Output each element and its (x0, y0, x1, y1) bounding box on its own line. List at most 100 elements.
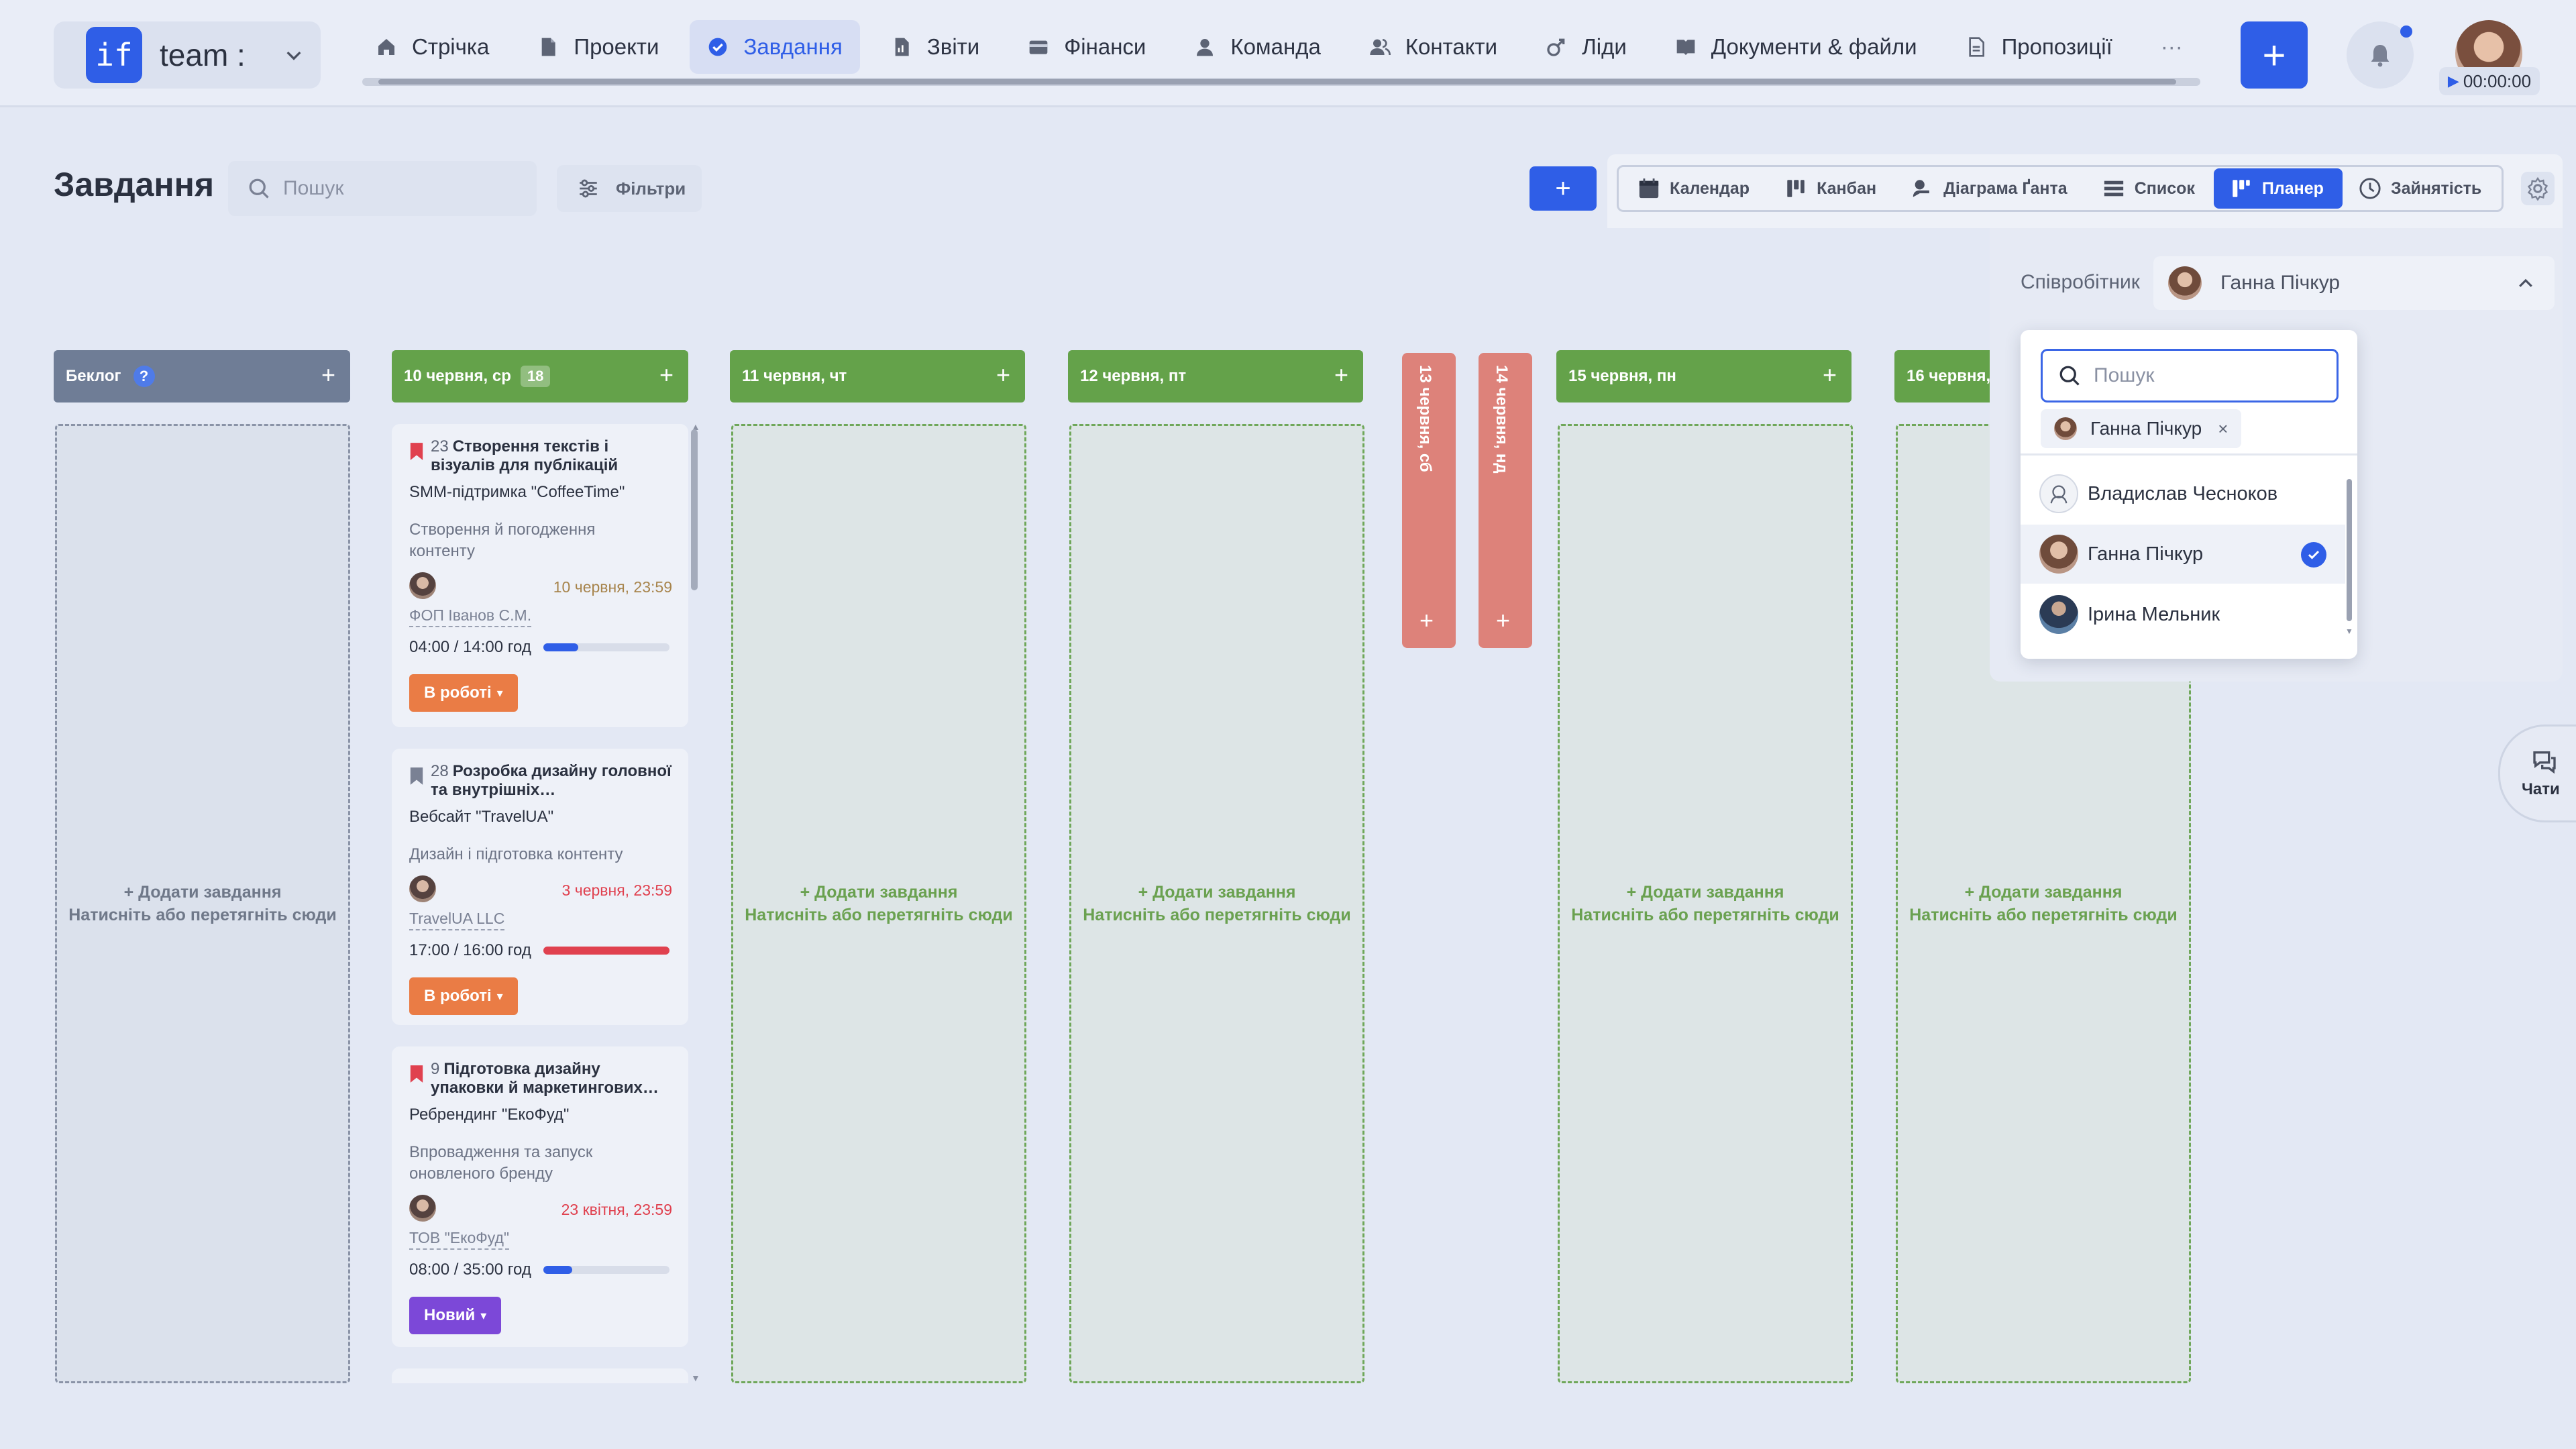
view-planner[interactable]: Планер (2213, 168, 2343, 209)
nav-item-proposals[interactable]: Пропозиції (1948, 20, 2130, 74)
global-add-button[interactable]: + (2241, 21, 2308, 89)
column-add-button[interactable]: + (659, 363, 674, 387)
column-add-button[interactable]: + (1823, 363, 1837, 387)
drop-zone-jun15[interactable]: + Додати завдання Натисніть або перетягн… (1558, 424, 1853, 1383)
column-add-button[interactable]: + (321, 363, 335, 387)
drop-zone-jun11[interactable]: + Додати завдання Натисніть або перетягн… (731, 424, 1026, 1383)
wallet-icon (1029, 40, 1048, 54)
column-weekend-jun14[interactable]: 14 червня, нд + (1479, 353, 1532, 648)
dropdown-scrollbar[interactable] (2347, 479, 2352, 621)
task-project[interactable]: Ребрендинг "ЕкоФуд" (409, 1106, 672, 1124)
nav-item-projects[interactable]: Проекти (520, 20, 676, 74)
nav-item-finance[interactable]: Фінанси (1010, 20, 1163, 74)
task-title-row: 28 Розробка дизайну головної та внутрішні… (409, 762, 672, 800)
filters-button[interactable]: Фільтри (557, 165, 702, 212)
column-scrollbar[interactable] (691, 429, 698, 590)
nav-item-tasks[interactable]: Завдання (690, 20, 860, 74)
task-client[interactable]: ТОВ "ЕкоФуд" (409, 1229, 510, 1250)
column-weekend-jun13[interactable]: 13 червня, сб + (1402, 353, 1456, 648)
time-tracker[interactable]: ▶ 00:00:00 (2439, 67, 2540, 95)
file-icon (542, 38, 556, 56)
task-title: Підготовка дизайну упаковки й маркетинго… (431, 1060, 659, 1097)
view-label: Діаграма Ґанта (1943, 178, 2068, 198)
default-avatar-icon (2039, 474, 2078, 513)
workspace-name: team : (160, 38, 246, 72)
dropdown-search-input[interactable] (2094, 364, 2335, 387)
column-jun10-cards: 23 Створення текстів і візуалів для публі… (392, 424, 688, 1383)
add-task-link[interactable]: + Додати завдання (1138, 881, 1296, 904)
drop-zone-backlog[interactable]: + Додати завдання Натисніть або перетягн… (55, 424, 350, 1383)
add-task-link[interactable]: + Додати завдання (1965, 881, 2123, 904)
view-workload[interactable]: Зайнятість (2343, 168, 2500, 209)
view-label: Канбан (1817, 178, 1877, 198)
task-client[interactable]: TravelUA LLC (409, 910, 505, 930)
help-icon[interactable]: ? (133, 366, 155, 387)
column-add-button[interactable]: + (1419, 608, 1434, 633)
employee-option[interactable]: Владислав Чесноков (2021, 464, 2345, 523)
column-add-button[interactable]: + (1496, 608, 1510, 633)
add-task-button[interactable]: + (1529, 166, 1597, 211)
add-task-link[interactable]: + Додати завдання (124, 881, 282, 904)
nav-label: Завдання (743, 34, 843, 59)
page-title: Завдання (54, 166, 214, 203)
dropdown-search[interactable] (2041, 349, 2339, 402)
employee-option[interactable]: Ірина Мельник (2021, 585, 2345, 644)
search-input[interactable] (283, 177, 525, 200)
task-time: 08:00 / 35:00 год (409, 1260, 672, 1279)
task-project[interactable]: SMM-підтримка "CoffeeTime" (409, 483, 672, 502)
task-project[interactable]: Вебсайт "TravelUA" (409, 808, 672, 826)
column-header-jun12: 12 червня, пт + (1068, 350, 1363, 402)
search-box[interactable] (228, 161, 537, 216)
task-card[interactable]: 28 Розробка дизайну головної та внутрішні… (392, 749, 688, 1025)
drop-zone-jun12[interactable]: + Додати завдання Натисніть або перетягн… (1069, 424, 1364, 1383)
filters-icon (580, 179, 597, 198)
task-client[interactable]: ФОП Іванов С.М. (409, 606, 532, 627)
avatar (2168, 266, 2202, 300)
status-dropdown[interactable]: В роботі ▾ (409, 674, 518, 712)
view-label: Планер (2261, 178, 2324, 198)
view-list[interactable]: Список (2086, 168, 2214, 209)
nav-more-button[interactable]: ··· (2143, 20, 2200, 74)
employee-option[interactable]: Ганна Пічкур (2021, 525, 2345, 584)
add-task-link[interactable]: + Додати завдання (800, 881, 958, 904)
task-card[interactable] (392, 1368, 688, 1383)
assignee-avatar[interactable] (409, 572, 436, 599)
chats-button[interactable]: Чати (2498, 724, 2576, 822)
column-add-button[interactable]: + (1334, 363, 1348, 387)
workspace-switcher[interactable]: if team : (54, 21, 321, 89)
task-time: 04:00 / 14:00 год (409, 638, 672, 657)
divider (2021, 453, 2357, 455)
task-title-row: 23 Створення текстів і візуалів для публі… (409, 437, 672, 475)
close-icon[interactable]: × (2218, 419, 2228, 439)
add-task-link[interactable]: + Додати завдання (1627, 881, 1784, 904)
chevron-down-icon: ▾ (496, 686, 503, 700)
view-calendar[interactable]: Календар (1621, 168, 1768, 209)
scroll-down-arrow[interactable]: ▼ (2345, 627, 2353, 636)
settings-button[interactable] (2521, 172, 2555, 205)
chevron-down-icon (286, 51, 301, 60)
column-add-button[interactable]: + (996, 363, 1010, 387)
nav-item-contacts[interactable]: Контакти (1352, 20, 1515, 74)
nav-item-team[interactable]: Команда (1177, 20, 1338, 74)
status-dropdown[interactable]: В роботі ▾ (409, 977, 518, 1015)
scroll-down-arrow[interactable]: ▼ (691, 1373, 700, 1383)
employee-select[interactable]: Ганна Пічкур (2153, 256, 2555, 310)
view-kanban[interactable]: Канбан (1768, 168, 1895, 209)
nav-item-feed[interactable]: Стрічка (358, 20, 506, 74)
task-description: Впровадження та запуск оновленого бренду (409, 1143, 593, 1183)
nav-scrollbar[interactable] (362, 78, 2200, 86)
task-card[interactable]: 9 Підготовка дизайну упаковки й маркетинг… (392, 1046, 688, 1347)
time-spent: 04:00 / 14:00 год (409, 638, 531, 656)
nav-scrollbar-thumb[interactable] (378, 79, 2176, 85)
nav-item-documents[interactable]: Документи & файли (1658, 20, 1935, 74)
assignee-avatar[interactable] (409, 1195, 436, 1222)
task-card[interactable]: 23 Створення текстів і візуалів для публі… (392, 424, 688, 727)
column-header-jun10: 10 червня, ср 18 + (392, 350, 688, 402)
nav-item-leads[interactable]: Ліди (1528, 20, 1644, 74)
task-title-row: 9 Підготовка дизайну упаковки й маркетинг… (409, 1060, 672, 1097)
nav-item-reports[interactable]: Звіти (873, 20, 997, 74)
column-header-jun15: 15 червня, пн + (1556, 350, 1851, 402)
assignee-avatar[interactable] (409, 875, 436, 902)
status-dropdown[interactable]: Новий ▾ (409, 1297, 502, 1334)
view-gantt[interactable]: Діаграма Ґанта (1895, 168, 2086, 209)
